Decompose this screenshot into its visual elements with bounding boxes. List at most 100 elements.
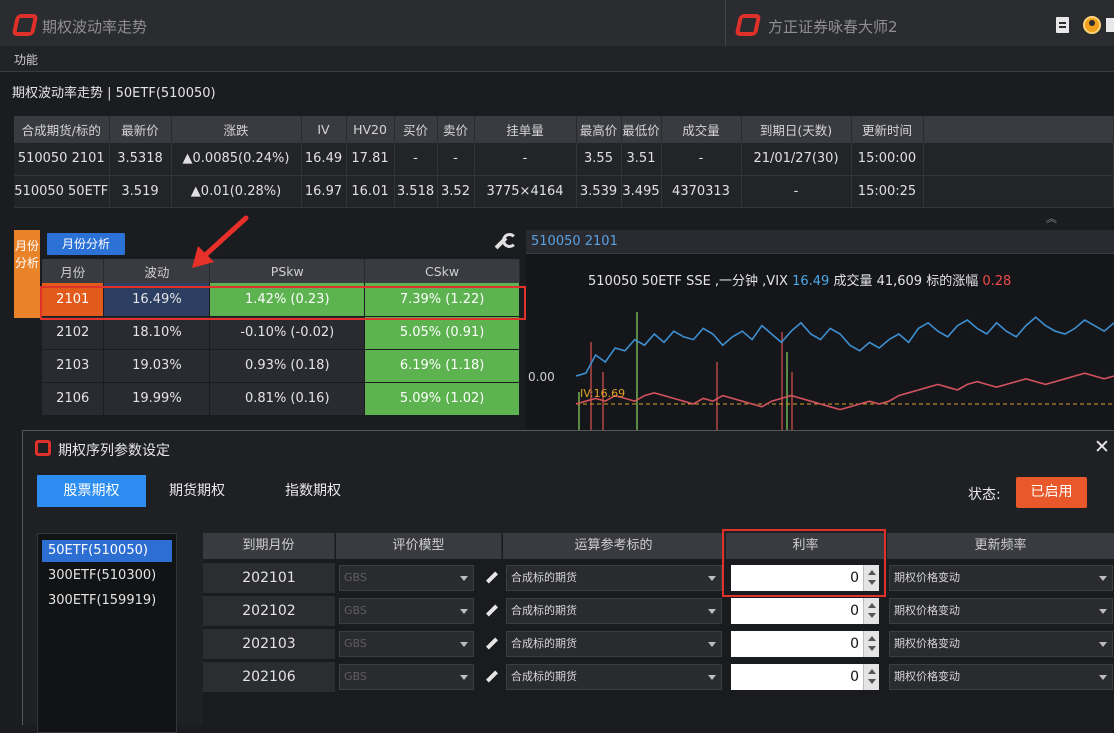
pencil-icon[interactable] xyxy=(485,670,499,684)
reference-select[interactable]: 合成标的期货 xyxy=(506,598,722,624)
cell-month: 2102 xyxy=(42,316,105,350)
table-row[interactable]: 2106 19.99% 0.81% (0.16) 5.09% (1.02) xyxy=(42,382,520,416)
title-divider xyxy=(725,0,726,46)
chevron-down-icon xyxy=(708,675,716,680)
table-row[interactable]: 2102 18.10% -0.10% (-0.02) 5.05% (0.91) xyxy=(42,316,520,350)
title-bar: 期权波动率走势 方正证券咏春大师2 xyxy=(0,0,1114,46)
cell-change: ▲0.01(0.28%) xyxy=(171,175,302,208)
chart-tab[interactable]: 510050 2101 xyxy=(526,230,1114,254)
col-header: 涨跌 xyxy=(171,116,302,143)
col-header: 卖价 xyxy=(437,116,475,143)
tab-futures-options[interactable]: 期货期权 xyxy=(157,475,237,507)
chevron-down-icon xyxy=(1099,642,1107,647)
cell-pskw: 1.42% (0.23) xyxy=(209,283,366,317)
cell-expiry: 21/01/27(30) xyxy=(741,143,852,176)
volume-bar xyxy=(791,372,793,432)
cell-low: 3.51 xyxy=(621,143,662,176)
cell-cskw: 6.19% (1.18) xyxy=(364,349,520,383)
chart-tab-label: 510050 2101 xyxy=(531,234,618,249)
cell-expiry-month: 202106 xyxy=(203,662,335,692)
chevron-down-icon xyxy=(708,609,716,614)
rate-stepper[interactable] xyxy=(863,664,879,690)
reference-select[interactable]: 合成标的期货 xyxy=(506,631,722,657)
pencil-icon[interactable] xyxy=(485,571,499,585)
list-item[interactable]: 50ETF(510050) xyxy=(42,540,172,562)
rate-input[interactable]: 0 xyxy=(731,664,863,690)
col-header: HV20 xyxy=(346,116,395,143)
rate-stepper[interactable] xyxy=(863,598,879,624)
model-select[interactable]: GBS xyxy=(339,664,474,690)
volume-bar xyxy=(781,332,783,432)
rate-input[interactable]: 0 xyxy=(731,565,863,591)
select-value: 合成标的期货 xyxy=(511,571,577,584)
tab-index-options[interactable]: 指数期权 xyxy=(265,475,361,507)
more-icon[interactable] xyxy=(1106,18,1114,32)
table-row[interactable]: 510050 50ETF 3.519 ▲0.01(0.28%) 16.97 16… xyxy=(14,175,1114,208)
chart-volume-label: 成交量 41,609 标的涨幅 xyxy=(833,274,979,289)
cell-depth: 3775×4164 xyxy=(474,175,577,208)
model-select[interactable]: GBS xyxy=(339,598,474,624)
dialog-logo-icon xyxy=(35,440,51,456)
table-row[interactable]: 2103 19.03% 0.93% (0.18) 6.19% (1.18) xyxy=(42,349,520,383)
table-row[interactable]: 2101 16.49% 1.42% (0.23) 7.39% (1.22) xyxy=(42,283,520,317)
col-header: IV xyxy=(301,116,347,143)
frequency-select[interactable]: 期权价格变动 xyxy=(889,664,1113,690)
month-analysis-button[interactable]: 月份分析 xyxy=(47,233,125,255)
chevron-down-icon xyxy=(460,576,468,581)
menu-bar: 功能 xyxy=(0,46,1114,72)
reference-select[interactable]: 合成标的期货 xyxy=(506,664,722,690)
rate-stepper[interactable] xyxy=(863,565,879,591)
chevron-down-icon xyxy=(460,609,468,614)
list-item[interactable]: 300ETF(159919) xyxy=(42,590,172,612)
frequency-select[interactable]: 期权价格变动 xyxy=(889,631,1113,657)
app-logo-icon xyxy=(11,14,39,36)
series-line-0 xyxy=(576,316,1114,377)
select-value: GBS xyxy=(344,637,367,650)
chart-info-prefix: 510050 50ETF SSE ,一分钟 ,VIX xyxy=(588,274,788,289)
model-select[interactable]: GBS xyxy=(339,631,474,657)
dialog-title: 期权序列参数设定 xyxy=(58,443,170,459)
cell-month: 2101 xyxy=(42,283,105,317)
side-tab-month-analysis[interactable]: 月份分析 xyxy=(14,230,40,318)
menu-function[interactable]: 功能 xyxy=(14,51,38,68)
pencil-icon[interactable] xyxy=(485,637,499,651)
chevron-down-icon xyxy=(460,642,468,647)
col-header: 月份 xyxy=(42,259,105,283)
table-row[interactable]: 510050 2101 3.5318 ▲0.0085(0.24%) 16.49 … xyxy=(14,143,1114,176)
user-icon[interactable] xyxy=(1083,16,1101,34)
frequency-select[interactable]: 期权价格变动 xyxy=(889,598,1113,624)
collapse-chevron-icon[interactable]: ︽ xyxy=(1046,210,1057,226)
second-app-logo-icon xyxy=(734,14,762,36)
series-settings-dialog: 期权序列参数设定 ✕ 股票期权 期货期权 指数期权 状态: 已启用 50ETF(… xyxy=(22,430,1114,733)
model-select[interactable]: GBS xyxy=(339,565,474,591)
col-header: 到期月份 xyxy=(203,533,335,559)
list-item[interactable]: 300ETF(510300) xyxy=(42,565,172,587)
col-header: 买价 xyxy=(394,116,438,143)
cell-symbol: 510050 50ETF xyxy=(14,175,110,208)
cell-cskw: 5.05% (0.91) xyxy=(364,316,520,350)
frequency-select[interactable]: 期权价格变动 xyxy=(889,565,1113,591)
select-value: 期权价格变动 xyxy=(894,571,960,584)
settings-grid: 到期月份 评价模型 运算参考标的 利率 更新频率 202101 GBS 合成标的… xyxy=(203,533,1114,733)
tab-stock-options[interactable]: 股票期权 xyxy=(37,475,146,507)
rate-input[interactable]: 0 xyxy=(731,598,863,624)
rate-input[interactable]: 0 xyxy=(731,631,863,657)
wrench-icon[interactable] xyxy=(492,232,517,252)
col-header: 到期日(天数) xyxy=(741,116,852,143)
cell-volatility: 19.03% xyxy=(103,349,211,383)
cell-iv: 16.49 xyxy=(301,143,347,176)
pencil-icon[interactable] xyxy=(485,604,499,618)
status-enabled-button[interactable]: 已启用 xyxy=(1016,477,1087,508)
cell-pskw: -0.10% (-0.02) xyxy=(209,316,366,350)
document-icon[interactable] xyxy=(1056,17,1069,33)
cell-low: 3.495 xyxy=(621,175,662,208)
reference-select[interactable]: 合成标的期货 xyxy=(506,565,722,591)
volatility-chart xyxy=(576,312,1114,432)
cell-volatility: 16.49% xyxy=(103,283,211,317)
close-icon[interactable]: ✕ xyxy=(1094,436,1110,458)
select-value: 合成标的期货 xyxy=(511,670,577,683)
annotation-arrow-icon xyxy=(192,215,249,268)
rate-stepper[interactable] xyxy=(863,631,879,657)
col-header: 评价模型 xyxy=(336,533,502,559)
col-header: 更新频率 xyxy=(887,533,1114,559)
